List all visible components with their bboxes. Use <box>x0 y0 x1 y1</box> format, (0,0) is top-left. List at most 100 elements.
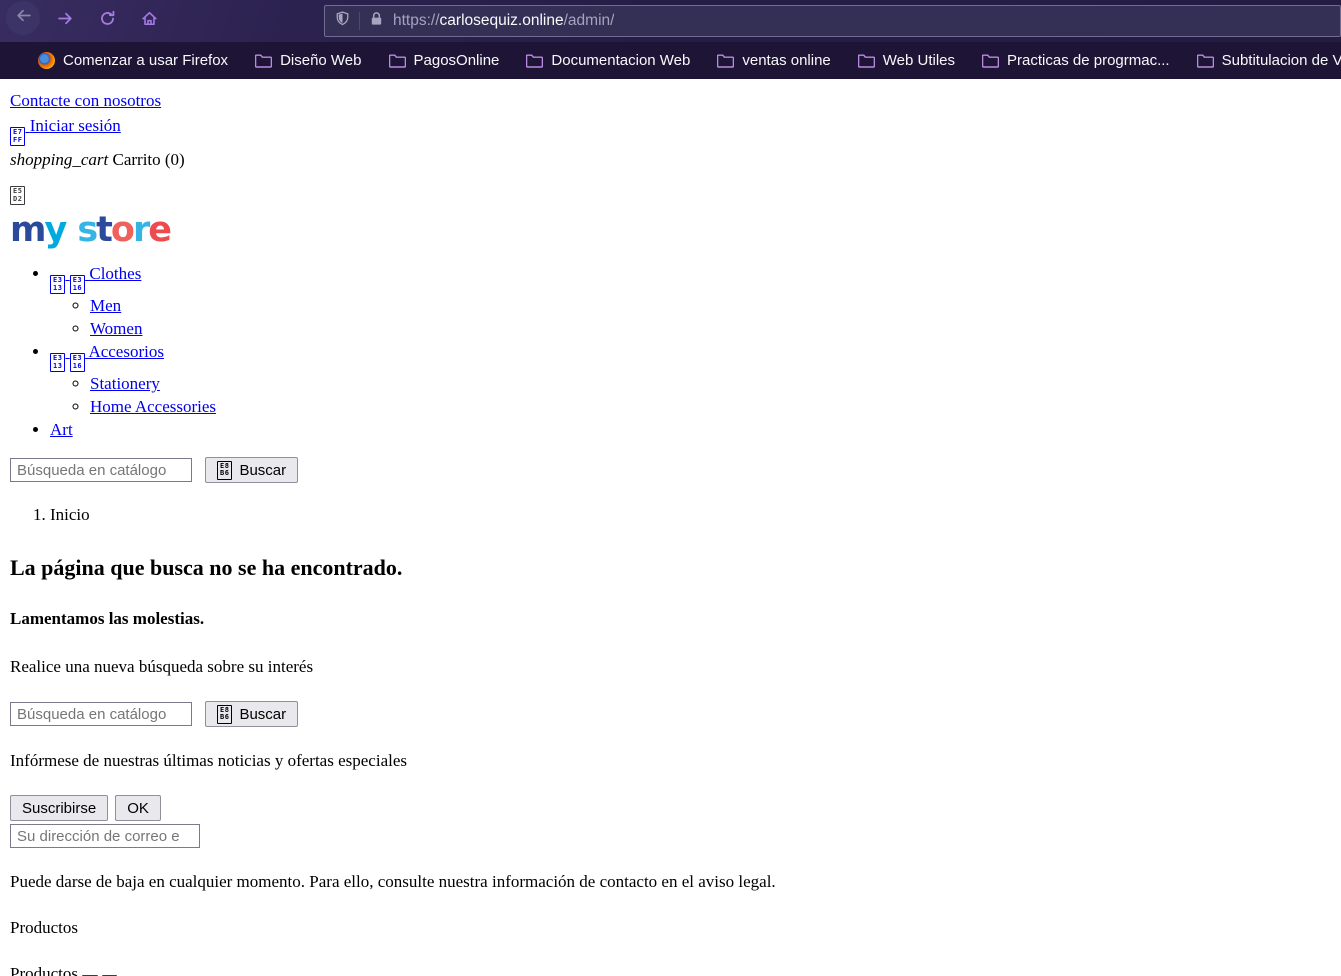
folder-icon <box>717 53 735 68</box>
breadcrumb-item-inicio: Inicio <box>50 505 1333 525</box>
email-input[interactable] <box>10 824 200 848</box>
search-input[interactable] <box>10 458 192 482</box>
folder-icon <box>526 53 544 68</box>
bookmark-label: Diseño Web <box>280 52 362 69</box>
products-heading: Productos <box>10 918 78 937</box>
newsletter-block: Suscribirse OK <box>10 795 1333 848</box>
forward-button[interactable] <box>50 6 80 36</box>
url-text[interactable]: https://carlosequiz.online/admin/ <box>393 12 614 30</box>
folder-icon <box>857 53 875 68</box>
chevron-down-icon: E313 <box>50 353 66 372</box>
bookmark-label: Practicas de progrmac... <box>1007 52 1170 69</box>
category-nav: E313 E316 Clothes Men Women E313 E316 Ac… <box>10 262 1333 441</box>
lock-icon[interactable] <box>369 10 384 32</box>
url-bar[interactable]: https://carlosequiz.online/admin/ <box>324 5 1341 37</box>
back-icon <box>15 7 32 29</box>
subcategory-list: Stationery Home Accessories <box>50 372 1333 418</box>
bookmark-ventas-online[interactable]: ventas online <box>717 52 831 69</box>
nav-subitem: Home Accessories <box>90 395 1333 418</box>
bookmark-comenzar-a-usar-firefox[interactable]: Comenzar a usar Firefox <box>38 52 228 69</box>
logo-letter: e <box>148 210 172 250</box>
chevron-down-icon: E313 <box>50 275 66 294</box>
bookmark-subtitulacion-de-videos[interactable]: Subtitulacion de Videos <box>1196 52 1341 69</box>
bookmark-practicas-de-progrmac[interactable]: Practicas de progrmac... <box>982 52 1170 69</box>
newsletter-buttons: Suscribirse OK <box>10 795 1333 821</box>
breadcrumb: Inicio <box>10 505 1333 525</box>
forward-icon <box>57 10 74 32</box>
page-title: La página que busca no se ha encontrado. <box>10 555 403 580</box>
urlbar-divider <box>359 12 360 30</box>
reload-button[interactable] <box>92 6 122 36</box>
chevron-up-icon: E3 16 <box>69 353 86 372</box>
nav-item-clothes: E313 E316 Clothes Men Women <box>50 262 1333 340</box>
person-icon: E7 FF <box>10 127 26 146</box>
folder-icon <box>388 53 406 68</box>
logo-letter: m <box>10 210 47 250</box>
shopping-cart-icon-text: shopping_cart <box>10 150 109 169</box>
chevron-up-icon: E3 16 <box>69 275 86 294</box>
signin-link[interactable]: E7 FF Iniciar sesión <box>10 116 121 146</box>
bookmark-label: Web Utiles <box>882 52 956 69</box>
search-form-bottom: E8B6Buscar <box>10 701 1333 727</box>
nav-link-home-accessories[interactable]: Home Accessories <box>90 397 216 416</box>
logo-letter: o <box>110 210 135 250</box>
folder-icon <box>255 53 273 68</box>
nav-link-women[interactable]: Women <box>90 319 142 338</box>
menu-toggle-row: E5 D2 <box>10 173 1333 205</box>
logo-letter: s <box>77 210 98 250</box>
bookmark-documentacion-web[interactable]: Documentacion Web <box>526 52 690 69</box>
contact-row: Contacte con nosotros <box>10 89 1333 112</box>
nav-subitem: Women <box>90 317 1333 340</box>
bookmark-label: PagosOnline <box>413 52 500 69</box>
contact-link[interactable]: Contacte con nosotros <box>10 91 161 110</box>
signin-row: E7 FF Iniciar sesión <box>10 114 1333 146</box>
subcategory-list: Men Women <box>50 294 1333 340</box>
nav-link-art[interactable]: Art <box>50 420 73 439</box>
page-subtitle: Lamentamos las molestias. <box>10 609 205 628</box>
subscribe-button[interactable]: Suscribirse <box>10 795 109 821</box>
url-path: /admin/ <box>563 12 615 29</box>
search-button[interactable]: E8 B6 Buscar <box>205 457 299 483</box>
reload-icon <box>99 10 116 32</box>
url-host: carlosequiz.online <box>439 12 564 29</box>
menu-icon[interactable]: E5 D2 <box>10 186 26 205</box>
bookmark-web-utiles[interactable]: Web Utiles <box>857 52 956 69</box>
back-button[interactable] <box>6 1 40 35</box>
search-icon: E8 B6 <box>217 704 233 724</box>
browser-window: https://carlosequiz.online/admin/ Comenz… <box>0 0 1341 976</box>
nav-link-stationery[interactable]: Stationery <box>90 374 160 393</box>
search-input[interactable] <box>10 702 192 726</box>
nav-link-men[interactable]: Men <box>90 296 121 315</box>
firefox-icon <box>38 52 55 69</box>
page-content: Contacte con nosotros E7 FF Iniciar sesió… <box>0 79 1341 976</box>
home-button[interactable] <box>134 6 164 36</box>
bookmark-label: Documentacion Web <box>551 52 691 69</box>
nav-subitem: Stationery <box>90 372 1333 395</box>
store-logo[interactable]: my store <box>10 213 1333 248</box>
nav-item-art: Art <box>50 418 1333 441</box>
navigation-toolbar: https://carlosequiz.online/admin/ <box>0 0 1341 42</box>
cart-row[interactable]: shopping_cart Carrito (0) <box>10 148 1333 171</box>
folder-icon <box>1196 53 1214 68</box>
folder-icon <box>982 53 1000 68</box>
bookmark-label: ventas online <box>742 52 831 69</box>
products-toggle-label: Productos <box>10 964 78 976</box>
search-icon: E8 B6 <box>217 460 233 480</box>
home-icon <box>141 10 158 32</box>
search-button[interactable]: E8 B6 Buscar <box>205 701 299 727</box>
bookmark-diseno-web[interactable]: Diseño Web <box>255 52 362 69</box>
newsletter-legal-text: Puede darse de baja en cualquier momento… <box>10 872 776 891</box>
nav-subitem: Men <box>90 294 1333 317</box>
nav-item-accesorios: E313 E316 Accesorios Stationery Home Acc… <box>50 340 1333 418</box>
search-form-top: E8B6Buscar <box>10 457 1333 483</box>
logo-letter: r <box>132 210 150 250</box>
products-toggle-row: Productos E313 E316 <box>10 964 1333 976</box>
nav-link-accesorios[interactable]: E313 E316 Accesorios <box>50 342 164 372</box>
tracking-protection-shield-icon[interactable] <box>335 10 350 32</box>
new-search-prompt: Realice una nueva búsqueda sobre su inte… <box>10 657 314 676</box>
bookmarks-toolbar: Comenzar a usar Firefox Diseño Web Pagos… <box>0 42 1341 79</box>
nav-link-clothes[interactable]: E313 E316 Clothes <box>50 264 141 294</box>
ok-button[interactable]: OK <box>115 795 161 821</box>
bookmark-pagosonline[interactable]: PagosOnline <box>388 52 500 69</box>
bookmark-label: Subtitulacion de Videos <box>1221 52 1341 69</box>
